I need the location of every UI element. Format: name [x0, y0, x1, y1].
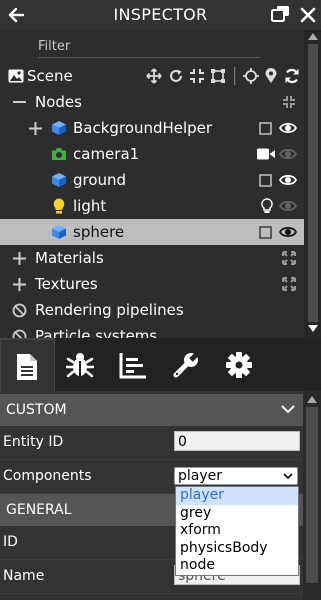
properties-scrollbar-thumb[interactable]	[306, 407, 318, 583]
crosshair-icon[interactable]	[243, 68, 259, 84]
components-dropdown-list: player grey xform physicsBody node	[175, 486, 299, 576]
tree-scrollbar-thumb[interactable]	[308, 44, 318, 322]
tree-node-label: sphere	[73, 223, 125, 241]
filter-input[interactable]: Filter	[38, 39, 260, 58]
inspector-header: INSPECTOR	[0, 0, 321, 30]
custom-section-header[interactable]: CUSTOM	[0, 394, 303, 426]
expand-plus-icon[interactable]	[13, 252, 26, 265]
expand-plus-icon[interactable]	[13, 278, 26, 291]
chevron-down-icon[interactable]	[281, 405, 295, 414]
scene-explorer-tree: Filter Scene Nodes BackgroundHelper came…	[0, 30, 321, 338]
expand-all-icon[interactable]	[282, 277, 296, 291]
tree-node-label: camera1	[73, 145, 140, 163]
textures-row[interactable]: Textures	[0, 271, 304, 297]
tab-tools[interactable]	[159, 338, 212, 391]
image-icon	[8, 69, 24, 83]
tree-node-backgroundhelper[interactable]: BackgroundHelper	[0, 115, 304, 141]
scene-label: Scene	[27, 67, 73, 85]
materials-row[interactable]: Materials	[0, 245, 304, 271]
custom-section-title: CUSTOM	[6, 402, 67, 418]
popout-window-icon[interactable]	[271, 5, 291, 23]
video-camera-icon[interactable]	[257, 148, 275, 160]
eye-icon[interactable]	[279, 147, 297, 161]
textures-label: Textures	[35, 275, 98, 293]
rendering-pipelines-label: Rendering pipelines	[35, 301, 184, 319]
tree-scrollbar[interactable]	[304, 30, 321, 338]
chevron-down-icon	[283, 473, 293, 480]
tree-node-camera1[interactable]: camera1	[0, 141, 304, 167]
ban-icon	[12, 329, 27, 338]
chart-icon	[119, 353, 146, 379]
tab-settings[interactable]	[212, 338, 265, 391]
bounding-box-gizmo-icon[interactable]	[210, 68, 226, 84]
tree-node-sphere[interactable]: sphere	[0, 219, 304, 245]
box-icon	[52, 121, 66, 135]
collapse-all-icon[interactable]	[282, 95, 296, 109]
wrench-icon	[173, 351, 200, 378]
rendering-pipelines-row[interactable]: Rendering pipelines	[0, 297, 304, 323]
dropdown-option-player[interactable]: player	[176, 487, 298, 505]
tree-node-ground[interactable]: ground	[0, 167, 304, 193]
tree-node-label: ground	[73, 171, 127, 189]
scale-gizmo-icon[interactable]	[189, 68, 205, 84]
id-label: ID	[3, 534, 18, 550]
tree-node-light[interactable]: light	[0, 193, 304, 219]
document-icon	[17, 354, 37, 380]
dropdown-option-xform[interactable]: xform	[176, 522, 298, 540]
close-icon[interactable]	[300, 7, 316, 23]
entity-id-row: Entity ID 0	[0, 426, 303, 460]
separator	[234, 67, 236, 85]
components-select-value: player	[178, 468, 223, 484]
collapse-minus-icon[interactable]	[13, 101, 26, 104]
expand-all-icon[interactable]	[282, 251, 296, 265]
tab-properties[interactable]	[0, 338, 55, 393]
eye-icon[interactable]	[279, 225, 297, 239]
materials-label: Materials	[35, 249, 104, 267]
nodes-row[interactable]: Nodes	[0, 89, 304, 115]
nodes-label: Nodes	[35, 93, 82, 111]
bug-icon	[66, 353, 94, 378]
tree-node-label: BackgroundHelper	[73, 119, 213, 137]
eye-icon[interactable]	[279, 199, 297, 213]
dropdown-option-physicsbody[interactable]: physicsBody	[176, 540, 298, 558]
expand-plus-icon[interactable]	[29, 122, 42, 135]
dropdown-option-grey[interactable]: grey	[176, 505, 298, 523]
components-label: Components	[3, 468, 92, 484]
particle-systems-label: Particle systems	[35, 327, 158, 338]
refresh-icon[interactable]	[284, 68, 300, 84]
box-icon	[52, 225, 66, 239]
lightbulb-icon	[53, 198, 65, 214]
checkbox-icon[interactable]	[259, 226, 272, 239]
general-section-title: GENERAL	[6, 502, 72, 518]
eye-icon[interactable]	[279, 121, 297, 135]
entity-id-input[interactable]: 0	[174, 431, 300, 451]
tab-debug[interactable]	[53, 338, 106, 391]
lightbulb-outline-icon[interactable]	[261, 198, 273, 214]
entity-id-label: Entity ID	[3, 434, 64, 450]
dropdown-option-node[interactable]: node	[176, 557, 298, 575]
eye-icon[interactable]	[279, 173, 297, 187]
checkbox-icon[interactable]	[259, 122, 272, 135]
tab-statistics[interactable]	[106, 338, 159, 391]
box-icon	[52, 173, 66, 187]
name-label: Name	[3, 568, 45, 584]
ban-icon	[12, 303, 27, 318]
components-select[interactable]: player	[174, 467, 298, 485]
camera-icon	[52, 148, 66, 160]
particle-systems-row[interactable]: Particle systems	[0, 323, 304, 338]
map-marker-icon[interactable]	[265, 68, 277, 84]
scroll-down-arrow-icon[interactable]	[308, 325, 318, 332]
scroll-up-arrow-icon[interactable]	[307, 396, 317, 403]
move-gizmo-icon[interactable]	[146, 68, 162, 84]
gear-icon	[226, 352, 252, 378]
scroll-up-arrow-icon[interactable]	[308, 33, 318, 40]
rotate-gizmo-icon[interactable]	[168, 68, 184, 84]
scene-row[interactable]: Scene	[0, 63, 304, 89]
inspector-tab-bar	[0, 338, 321, 393]
checkbox-icon[interactable]	[259, 174, 272, 187]
tree-node-label: light	[73, 197, 107, 215]
properties-scrollbar[interactable]	[303, 391, 321, 600]
